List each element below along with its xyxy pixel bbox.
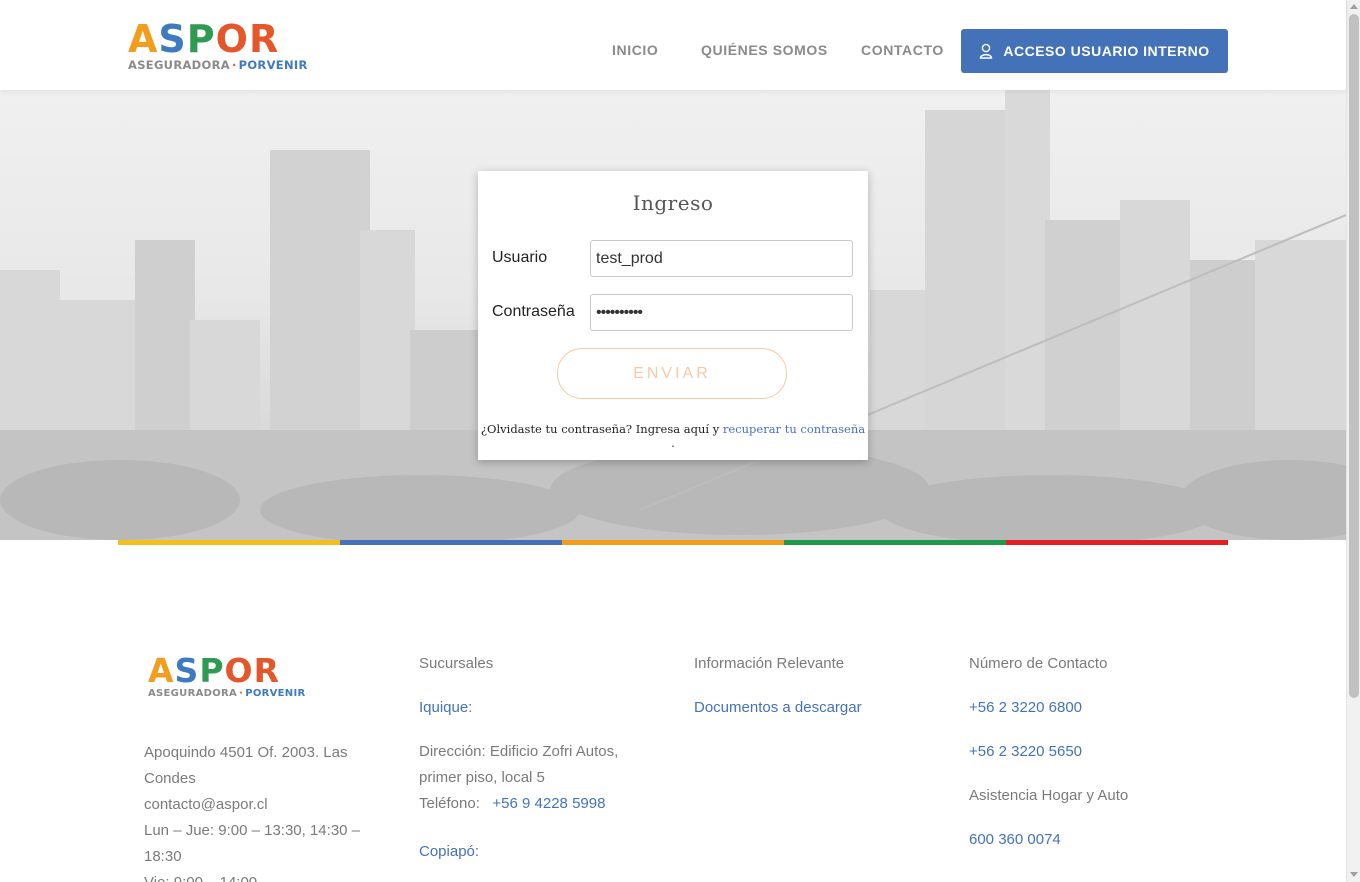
forgot-password-text: ¿Olvidaste tu contraseña? Ingresa aquí y… <box>478 422 868 450</box>
info-heading: Información Relevante <box>694 655 845 672</box>
login-card: Ingreso Usuario Contraseña ENVIAR ¿Olvid… <box>478 171 868 460</box>
scroll-up-arrow-icon[interactable] <box>1350 4 1358 9</box>
recover-password-link[interactable]: recuperar tu contraseña <box>723 422 865 436</box>
hours-line: Vie: 9:00 – 14:00 <box>144 870 384 882</box>
password-label: Contraseña <box>492 303 575 320</box>
footer-logo-tagline: ASEGURADORA · PORVENIR <box>148 688 348 699</box>
logo-tagline: ASEGURADORA · PORVENIR <box>128 59 360 72</box>
user-icon <box>980 43 993 59</box>
sucursal-phone-row: Teléfono: +56 9 4228 5998 <box>419 791 659 817</box>
logo-letter: O <box>224 651 254 690</box>
sucursal-iquique[interactable]: Iquique: <box>419 695 472 721</box>
logo-tagline-dot: · <box>239 688 244 699</box>
stripe-red <box>1006 540 1228 545</box>
contact-phone-1[interactable]: +56 2 3220 6800 <box>969 695 1082 721</box>
footer-logo[interactable]: A S P O R ASEGURADORA · PORVENIR <box>148 654 348 699</box>
logo-letter: R <box>253 651 280 690</box>
contact-heading: Número de Contacto <box>969 655 1108 672</box>
logo-letter: P <box>199 651 225 690</box>
logo-letter: R <box>248 17 280 61</box>
logo-letter: P <box>186 17 216 61</box>
submit-button[interactable]: ENVIAR <box>557 348 787 399</box>
stripe-yellow <box>118 540 340 545</box>
logo-tagline-left: ASEGURADORA <box>128 58 230 72</box>
address-line: Dirección: Edificio Zofri Autos, <box>419 743 619 760</box>
assistance-phone[interactable]: 600 360 0074 <box>969 827 1061 853</box>
sucursales-heading: Sucursales <box>419 655 494 672</box>
logo-tagline-left: ASEGURADORA <box>148 688 238 699</box>
stripe-green <box>784 540 1006 545</box>
footer-logo-wordmark: A S P O R <box>148 654 348 687</box>
address-line: primer piso, local 5 <box>419 769 545 786</box>
hours-line: 18:30 <box>144 848 182 865</box>
logo-tagline-dot: · <box>231 58 237 72</box>
scroll-down-arrow-icon[interactable] <box>1350 872 1358 877</box>
username-input[interactable] <box>590 240 853 277</box>
phone-label: Teléfono: <box>419 795 480 812</box>
documents-download-link[interactable]: Documentos a descargar <box>694 695 862 721</box>
logo-wordmark: A S P O R <box>128 20 360 58</box>
stripe-blue <box>340 540 562 545</box>
nav-contacto[interactable]: CONTACTO <box>861 42 944 58</box>
logo-letter: A <box>128 17 159 61</box>
username-label: Usuario <box>492 249 548 266</box>
internal-access-label: ACCESO USUARIO INTERNO <box>1003 43 1210 59</box>
logo-letter: S <box>158 17 187 61</box>
site-header: A S P O R ASEGURADORA · PORVENIR INICIO … <box>0 0 1346 90</box>
forgot-password-suffix: . <box>671 436 675 450</box>
contact-phone-2[interactable]: +56 2 3220 5650 <box>969 739 1082 765</box>
stripe-orange <box>562 540 784 545</box>
internal-access-button[interactable]: ACCESO USUARIO INTERNO <box>961 29 1228 73</box>
footer-address-block: Apoquindo 4501 Of. 2003. Las Condes cont… <box>144 740 384 882</box>
logo-letter: O <box>215 17 249 61</box>
password-input[interactable] <box>590 294 853 331</box>
assistance-label: Asistencia Hogar y Auto <box>969 787 1129 804</box>
forgot-password-prefix: ¿Olvidaste tu contraseña? Ingresa aquí y <box>480 422 723 436</box>
footer-email: contacto@aspor.cl <box>144 796 268 813</box>
aspor-logo[interactable]: A S P O R ASEGURADORA · PORVENIR <box>128 20 360 72</box>
sucursal-iquique-address: Dirección: Edificio Zofri Autos, primer … <box>419 739 659 817</box>
logo-letter: S <box>174 651 200 690</box>
address-line: Condes <box>144 770 196 787</box>
page-scrollbar[interactable] <box>1346 0 1360 882</box>
logo-tagline-right: PORVENIR <box>238 58 308 72</box>
hours-line: Lun – Jue: 9:00 – 13:30, 14:30 – <box>144 822 361 839</box>
logo-tagline-right: PORVENIR <box>245 688 306 699</box>
address-line: Apoquindo 4501 Of. 2003. Las <box>144 744 348 761</box>
nav-inicio[interactable]: INICIO <box>612 42 658 58</box>
scrollbar-thumb[interactable] <box>1349 14 1359 698</box>
sucursal-phone-link[interactable]: +56 9 4228 5998 <box>492 795 605 812</box>
nav-quienes-somos[interactable]: QUIÉNES SOMOS <box>701 42 828 58</box>
logo-letter: A <box>148 651 175 690</box>
sucursal-copiapo[interactable]: Copiapó: <box>419 839 479 865</box>
login-title: Ingreso <box>632 191 714 215</box>
